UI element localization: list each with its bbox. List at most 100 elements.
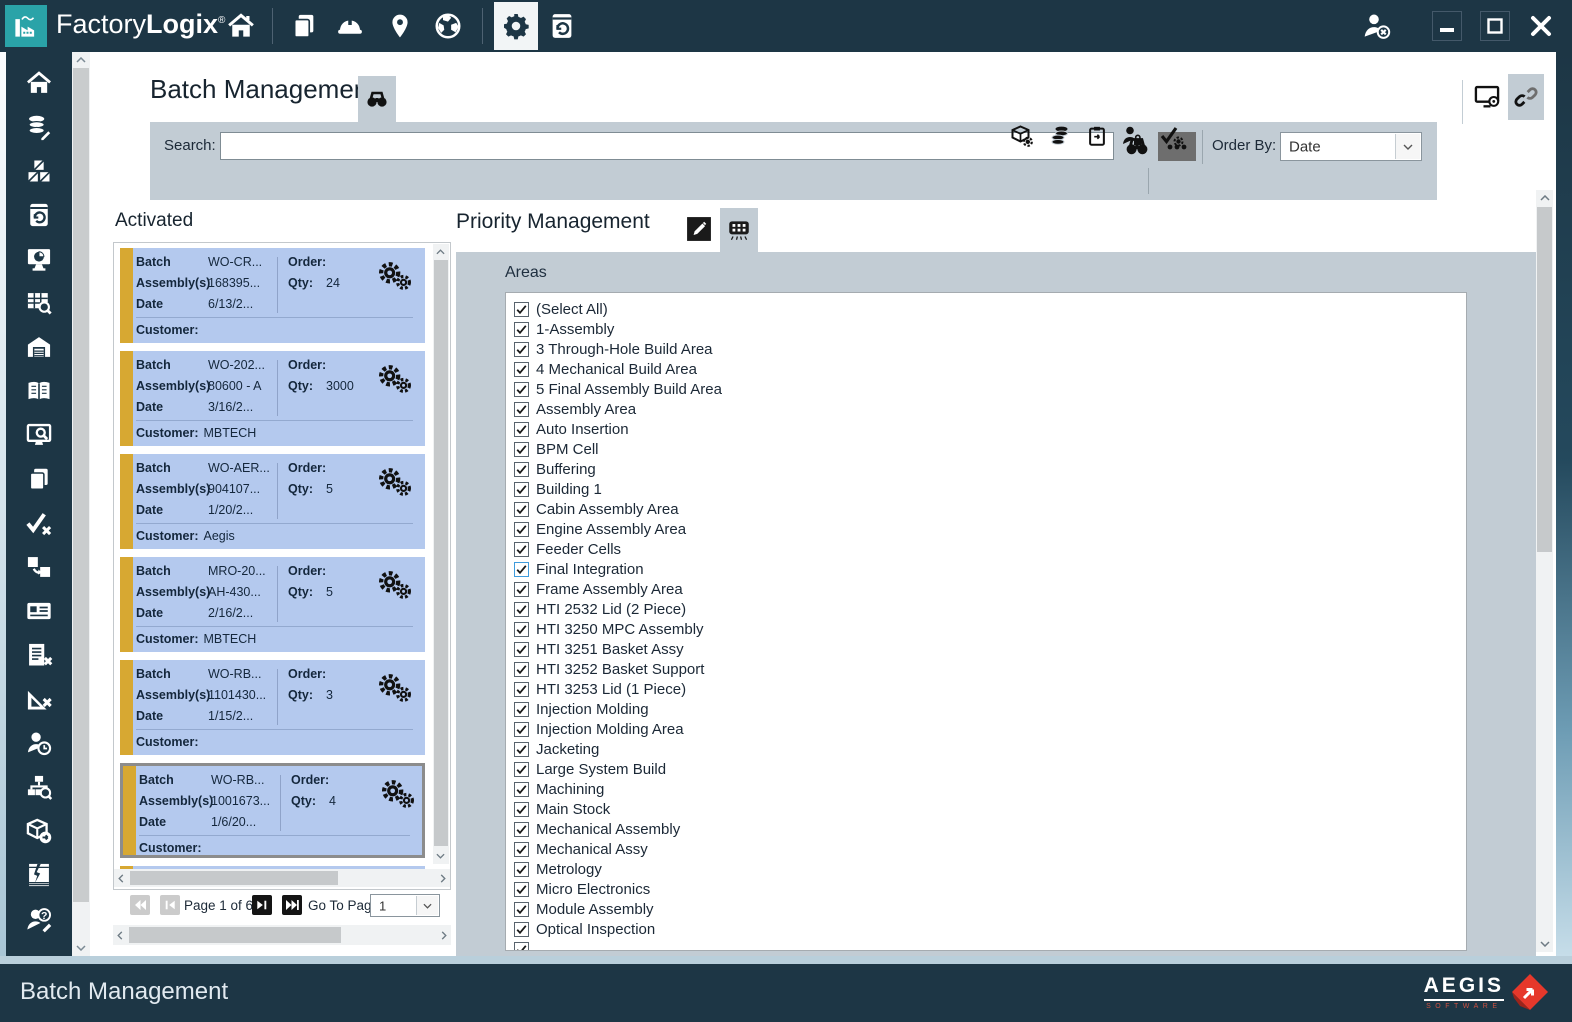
area-list-item[interactable]: Mechanical Assembly xyxy=(514,819,1458,839)
area-checkbox[interactable] xyxy=(514,802,529,817)
area-list-item[interactable]: Buffering xyxy=(514,459,1458,479)
next-page-button[interactable] xyxy=(252,895,272,915)
area-checkbox[interactable] xyxy=(514,542,529,557)
area-checkbox[interactable] xyxy=(514,902,529,917)
area-list-item[interactable]: 4 Mechanical Build Area xyxy=(514,359,1458,379)
sidebar-documents-icon[interactable] xyxy=(24,464,54,494)
area-checkbox[interactable] xyxy=(514,482,529,497)
area-checkbox[interactable] xyxy=(514,782,529,797)
area-list-item[interactable]: (Select All) xyxy=(514,299,1458,319)
area-checkbox[interactable] xyxy=(514,862,529,877)
area-checkbox[interactable] xyxy=(514,462,529,477)
area-checkbox[interactable] xyxy=(514,342,529,357)
area-checkbox[interactable] xyxy=(514,322,529,337)
area-checkbox[interactable] xyxy=(514,562,529,577)
activated-horizontal-scrollbar[interactable] xyxy=(114,869,450,887)
batch-actions-gears-icon[interactable] xyxy=(376,466,414,498)
area-checkbox[interactable] xyxy=(514,742,529,757)
area-list-item[interactable]: BPM Cell xyxy=(514,439,1458,459)
scrollbar-thumb[interactable] xyxy=(130,871,338,885)
sidebar-warehouse-icon[interactable] xyxy=(24,332,54,362)
scrollbar-thumb[interactable] xyxy=(434,260,448,846)
sidebar-dashboard-pie-icon[interactable] xyxy=(24,244,54,274)
area-list-item[interactable]: Engine Assembly Area xyxy=(514,519,1458,539)
area-list-item[interactable]: Injection Molding xyxy=(514,699,1458,719)
documents-icon[interactable] xyxy=(288,10,320,42)
area-list-item[interactable]: Feeder Cells xyxy=(514,539,1458,559)
activated-bottom-scrollbar[interactable] xyxy=(113,925,451,945)
area-checkbox[interactable] xyxy=(514,842,529,857)
area-list-item[interactable]: HTI 2532 Lid (2 Piece) xyxy=(514,599,1458,619)
settings-gear-icon[interactable] xyxy=(494,2,538,50)
area-list-item[interactable]: HTI 3251 Basket Assy xyxy=(514,639,1458,659)
area-checkbox[interactable] xyxy=(514,582,529,597)
sidebar-task-cancel-icon[interactable] xyxy=(24,640,54,670)
area-grid-view-icon[interactable] xyxy=(720,208,758,252)
area-list-item[interactable]: Building 1 xyxy=(514,479,1458,499)
scroll-right-icon[interactable] xyxy=(437,927,451,943)
home-icon[interactable] xyxy=(225,10,257,42)
area-list-item[interactable]: 3 Through-Hole Build Area xyxy=(514,339,1458,359)
batch-actions-gears-icon[interactable] xyxy=(376,569,414,601)
sidebar-backup-restore-icon[interactable] xyxy=(24,200,54,230)
content-vertical-scrollbar[interactable] xyxy=(1536,190,1553,952)
area-list-item[interactable]: Optical Inspection xyxy=(514,919,1458,939)
area-list-item[interactable]: Main Stock xyxy=(514,799,1458,819)
area-checkbox[interactable] xyxy=(514,522,529,537)
area-checkbox[interactable] xyxy=(514,302,529,317)
area-list-item[interactable]: Machining xyxy=(514,779,1458,799)
area-checkbox[interactable] xyxy=(514,762,529,777)
desktop-view-icon[interactable] xyxy=(1470,82,1504,112)
scrollbar-thumb[interactable] xyxy=(73,68,89,902)
area-list-item[interactable]: Large System Build xyxy=(514,759,1458,779)
area-checkbox[interactable] xyxy=(514,502,529,517)
cube-gear-icon[interactable] xyxy=(1008,122,1036,150)
area-checkbox[interactable] xyxy=(514,602,529,617)
activated-vertical-scrollbar[interactable] xyxy=(433,244,449,864)
area-checkbox[interactable] xyxy=(514,942,529,952)
area-checkbox[interactable] xyxy=(514,362,529,377)
sidebar-monitor-search-icon[interactable] xyxy=(24,420,54,450)
scroll-up-icon[interactable] xyxy=(432,244,448,260)
area-list-item[interactable] xyxy=(514,939,1458,951)
batch-card[interactable]: BatchMRO-20... Assembly(s)AH-430... Date… xyxy=(120,557,425,652)
area-list-item[interactable]: Module Assembly xyxy=(514,899,1458,919)
sidebar-user-time-icon[interactable] xyxy=(24,728,54,758)
area-list-item[interactable]: Auto Insertion xyxy=(514,419,1458,439)
link-view-icon[interactable] xyxy=(1508,74,1544,120)
sidebar-transfer-boxes-icon[interactable] xyxy=(24,552,54,582)
user-logout-icon[interactable] xyxy=(1360,10,1392,42)
clipboard-dispatch-icon[interactable] xyxy=(1083,122,1111,150)
batch-actions-gears-icon[interactable] xyxy=(376,672,414,704)
scrollbar-thumb[interactable] xyxy=(1537,207,1552,552)
maximize-button[interactable] xyxy=(1480,11,1510,41)
area-checkbox[interactable] xyxy=(514,442,529,457)
hardhat-icon[interactable] xyxy=(334,10,366,42)
batch-card[interactable]: BatchWO-RB... Assembly(s)1101430... Date… xyxy=(120,660,425,755)
batch-actions-gears-icon[interactable] xyxy=(376,363,414,395)
area-checkbox[interactable] xyxy=(514,662,529,677)
scroll-down-icon[interactable] xyxy=(72,940,90,956)
area-checkbox[interactable] xyxy=(514,922,529,937)
location-pin-icon[interactable] xyxy=(384,10,416,42)
sidebar-assembly-blocks-icon[interactable] xyxy=(24,156,54,186)
batch-card[interactable]: BatchWO-CR... Assembly(s)168395... Date6… xyxy=(120,248,425,343)
area-list-item[interactable]: Metrology xyxy=(514,859,1458,879)
batch-card[interactable]: BatchWO-RB... Assembly(s)1001673... Date… xyxy=(120,763,425,858)
sidebar-book-open-icon[interactable] xyxy=(24,376,54,406)
area-checkbox[interactable] xyxy=(514,422,529,437)
sidebar-scrollbar[interactable] xyxy=(72,52,90,956)
area-list-item[interactable]: Micro Electronics xyxy=(514,879,1458,899)
check-gear-icon[interactable] xyxy=(1158,122,1186,150)
sidebar-hierarchy-search-icon[interactable] xyxy=(24,772,54,802)
area-checkbox[interactable] xyxy=(514,702,529,717)
area-checkbox[interactable] xyxy=(514,382,529,397)
area-list-item[interactable]: Cabin Assembly Area xyxy=(514,499,1458,519)
scroll-up-icon[interactable] xyxy=(72,52,90,68)
user-lock-icon[interactable] xyxy=(1118,122,1146,150)
scroll-right-icon[interactable] xyxy=(436,870,450,886)
sidebar-measure-cancel-icon[interactable] xyxy=(24,684,54,714)
close-button[interactable] xyxy=(1526,11,1556,41)
area-list-item[interactable]: Frame Assembly Area xyxy=(514,579,1458,599)
area-checkbox[interactable] xyxy=(514,822,529,837)
